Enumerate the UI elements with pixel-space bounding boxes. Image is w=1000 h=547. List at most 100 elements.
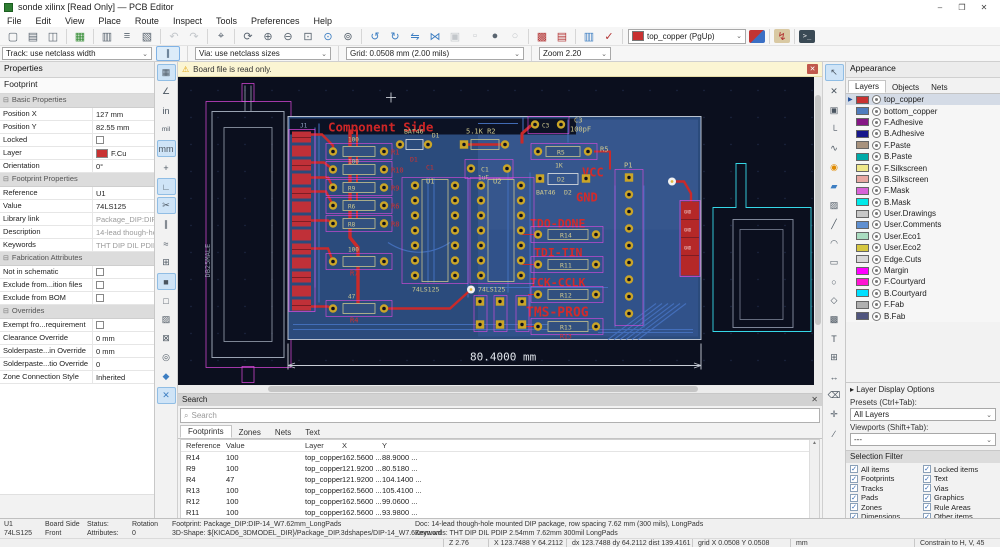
menu-file[interactable]: File bbox=[0, 15, 29, 27]
filter-locked-items[interactable]: ✓Locked items bbox=[923, 465, 996, 474]
visibility-eye-icon[interactable] bbox=[872, 175, 881, 184]
table-row[interactable]: R9100top_copper121.9200 ...80.5180 ... bbox=[181, 463, 819, 474]
zoom-out-icon[interactable]: ⊖ bbox=[279, 28, 297, 44]
ratsnest-hide-icon[interactable]: ∥ bbox=[157, 216, 176, 233]
layer-color-swatch[interactable] bbox=[856, 175, 869, 183]
section-header-overrides[interactable]: ⊟Overrides bbox=[0, 305, 154, 319]
property-value[interactable]: Package_DIP:DIP-14_W7.62 bbox=[93, 213, 154, 225]
layer-color-swatch[interactable] bbox=[856, 289, 869, 297]
cross-probe-icon[interactable]: ✕ bbox=[157, 387, 176, 404]
footprint-tool-icon[interactable]: ▣ bbox=[825, 102, 844, 119]
maximize-button[interactable]: ❐ bbox=[952, 1, 972, 13]
layer-color-swatch[interactable] bbox=[856, 221, 869, 229]
property-value[interactable]: 82.55 mm bbox=[93, 121, 154, 133]
zone-outline-icon[interactable]: □ bbox=[157, 292, 176, 309]
layer-user-drawings[interactable]: User.Drawings bbox=[846, 208, 1000, 219]
property-value[interactable]: U1 bbox=[93, 187, 154, 199]
filter-graphics[interactable]: ✓Graphics bbox=[923, 494, 996, 503]
search-tab-footprints[interactable]: Footprints bbox=[180, 425, 232, 438]
layer-user-eco2[interactable]: User.Eco2 bbox=[846, 242, 1000, 253]
zone-tool-icon[interactable]: ▰ bbox=[825, 178, 844, 195]
visibility-eye-icon[interactable] bbox=[872, 220, 881, 229]
menu-help[interactable]: Help bbox=[307, 15, 340, 27]
rotate-ccw-icon[interactable]: ↺ bbox=[366, 28, 384, 44]
layer-b-courtyard[interactable]: B.Courtyard bbox=[846, 288, 1000, 299]
infobar-close-icon[interactable]: ✕ bbox=[807, 64, 818, 74]
grid-visibility-icon[interactable]: ▦ bbox=[157, 64, 176, 81]
visibility-eye-icon[interactable] bbox=[872, 198, 881, 207]
menu-edit[interactable]: Edit bbox=[29, 15, 59, 27]
checkbox[interactable] bbox=[96, 294, 104, 302]
property-value[interactable]: 0° bbox=[93, 160, 154, 172]
visibility-eye-icon[interactable] bbox=[872, 141, 881, 150]
table-row[interactable]: R14100top_copper162.5600 ...88.9000 ... bbox=[181, 452, 819, 463]
property-value[interactable]: 0 bbox=[93, 358, 154, 370]
tab-layers[interactable]: Layers bbox=[848, 80, 886, 93]
layer-display-options[interactable]: ▸ Layer Display Options bbox=[846, 382, 1000, 396]
filter-tracks[interactable]: ✓Tracks bbox=[850, 484, 923, 493]
router-settings-icon[interactable]: ↯ bbox=[774, 29, 790, 43]
checkbox[interactable] bbox=[96, 136, 104, 144]
filter-pads[interactable]: ✓Pads bbox=[850, 494, 923, 503]
menu-inspect[interactable]: Inspect bbox=[166, 15, 209, 27]
pad-outline-icon[interactable]: ◎ bbox=[157, 349, 176, 366]
ratsnest-curved-icon[interactable]: ✂ bbox=[157, 197, 176, 214]
filter-all-items[interactable]: ✓All items bbox=[850, 465, 923, 474]
zoom-fit-icon[interactable]: ⊡ bbox=[299, 28, 317, 44]
checkbox-checked[interactable]: ✓ bbox=[923, 484, 931, 492]
property-value[interactable]: 0 mm bbox=[93, 345, 154, 357]
track-posture-icon[interactable]: ∥ bbox=[156, 46, 180, 61]
layer-f-mask[interactable]: F.Mask bbox=[846, 185, 1000, 196]
property-value[interactable] bbox=[93, 319, 154, 331]
arc-tool-icon[interactable]: ◠ bbox=[825, 235, 844, 252]
layer-f-adhesive[interactable]: F.Adhesive bbox=[846, 117, 1000, 128]
zone-hidden-icon[interactable]: ⊠ bbox=[157, 330, 176, 347]
layer-top_copper[interactable]: ▶top_copper bbox=[846, 94, 1000, 105]
layer-color-swatch[interactable] bbox=[856, 267, 869, 275]
zone-hatched-icon[interactable]: ▨ bbox=[157, 311, 176, 328]
section-header-basic-properties[interactable]: ⊟Basic Properties bbox=[0, 94, 154, 108]
net-inspector-icon[interactable]: ▥ bbox=[580, 28, 598, 44]
layer-user-eco1[interactable]: User.Eco1 bbox=[846, 231, 1000, 242]
search-tab-zones[interactable]: Zones bbox=[232, 427, 268, 438]
table-row[interactable]: R12100top_copper162.5600 ...99.0600 ... bbox=[181, 496, 819, 507]
filter-vias[interactable]: ✓Vias bbox=[923, 484, 996, 493]
dimension-tool-icon[interactable]: ↔ bbox=[825, 368, 844, 385]
layer-b-adhesive[interactable]: B.Adhesive bbox=[846, 128, 1000, 139]
visibility-eye-icon[interactable] bbox=[872, 312, 881, 321]
mirror-icon[interactable]: ⋈ bbox=[426, 28, 444, 44]
column-header-y[interactable]: Y bbox=[382, 440, 452, 451]
property-value[interactable]: F.Cu bbox=[93, 147, 154, 159]
gnd-connector[interactable]: GND GND GND bbox=[680, 201, 700, 277]
layer-color-swatch[interactable] bbox=[856, 278, 869, 286]
menu-tools[interactable]: Tools bbox=[209, 15, 244, 27]
layer-selector-combo[interactable]: top_copper (PgUp)⌄ bbox=[628, 29, 746, 44]
checkbox-checked[interactable]: ✓ bbox=[923, 475, 931, 483]
scripting-console-icon[interactable]: >_ bbox=[799, 30, 815, 43]
visibility-eye-icon[interactable] bbox=[872, 152, 881, 161]
filter-text[interactable]: ✓Text bbox=[923, 475, 996, 484]
table-vertical-scrollbar[interactable]: ▲▼ bbox=[809, 440, 819, 523]
tune-length-tool-icon[interactable]: ∿ bbox=[825, 140, 844, 157]
visibility-eye-icon[interactable] bbox=[872, 186, 881, 195]
layer-presets-icon[interactable] bbox=[749, 30, 765, 43]
layer-f-fab[interactable]: F.Fab bbox=[846, 299, 1000, 310]
menu-preferences[interactable]: Preferences bbox=[244, 15, 307, 27]
property-value[interactable] bbox=[93, 279, 154, 291]
layer-color-swatch[interactable] bbox=[856, 244, 869, 252]
net-color-mode-icon[interactable]: ≈ bbox=[157, 235, 176, 252]
visibility-eye-icon[interactable] bbox=[872, 95, 881, 104]
menu-view[interactable]: View bbox=[58, 15, 91, 27]
checkbox[interactable] bbox=[96, 281, 104, 289]
refresh-icon[interactable]: ⟳ bbox=[239, 28, 257, 44]
layer-color-swatch[interactable] bbox=[856, 164, 869, 172]
column-header-x[interactable]: X bbox=[342, 440, 382, 451]
layer-color-swatch[interactable] bbox=[856, 232, 869, 240]
group-icon[interactable]: ▣ bbox=[446, 28, 464, 44]
table-row[interactable]: R11100top_copper162.5600 ...93.9800 ... bbox=[181, 507, 819, 518]
layer-color-swatch[interactable] bbox=[856, 301, 869, 309]
footprint-checker-icon[interactable]: ▤ bbox=[553, 28, 571, 44]
grid-combo[interactable]: Grid: 0.0508 mm (2.00 mils)⌄ bbox=[346, 47, 524, 60]
ratsnest-visibility-icon[interactable]: ∟ bbox=[157, 178, 176, 195]
layer-user-comments[interactable]: User.Comments bbox=[846, 219, 1000, 230]
